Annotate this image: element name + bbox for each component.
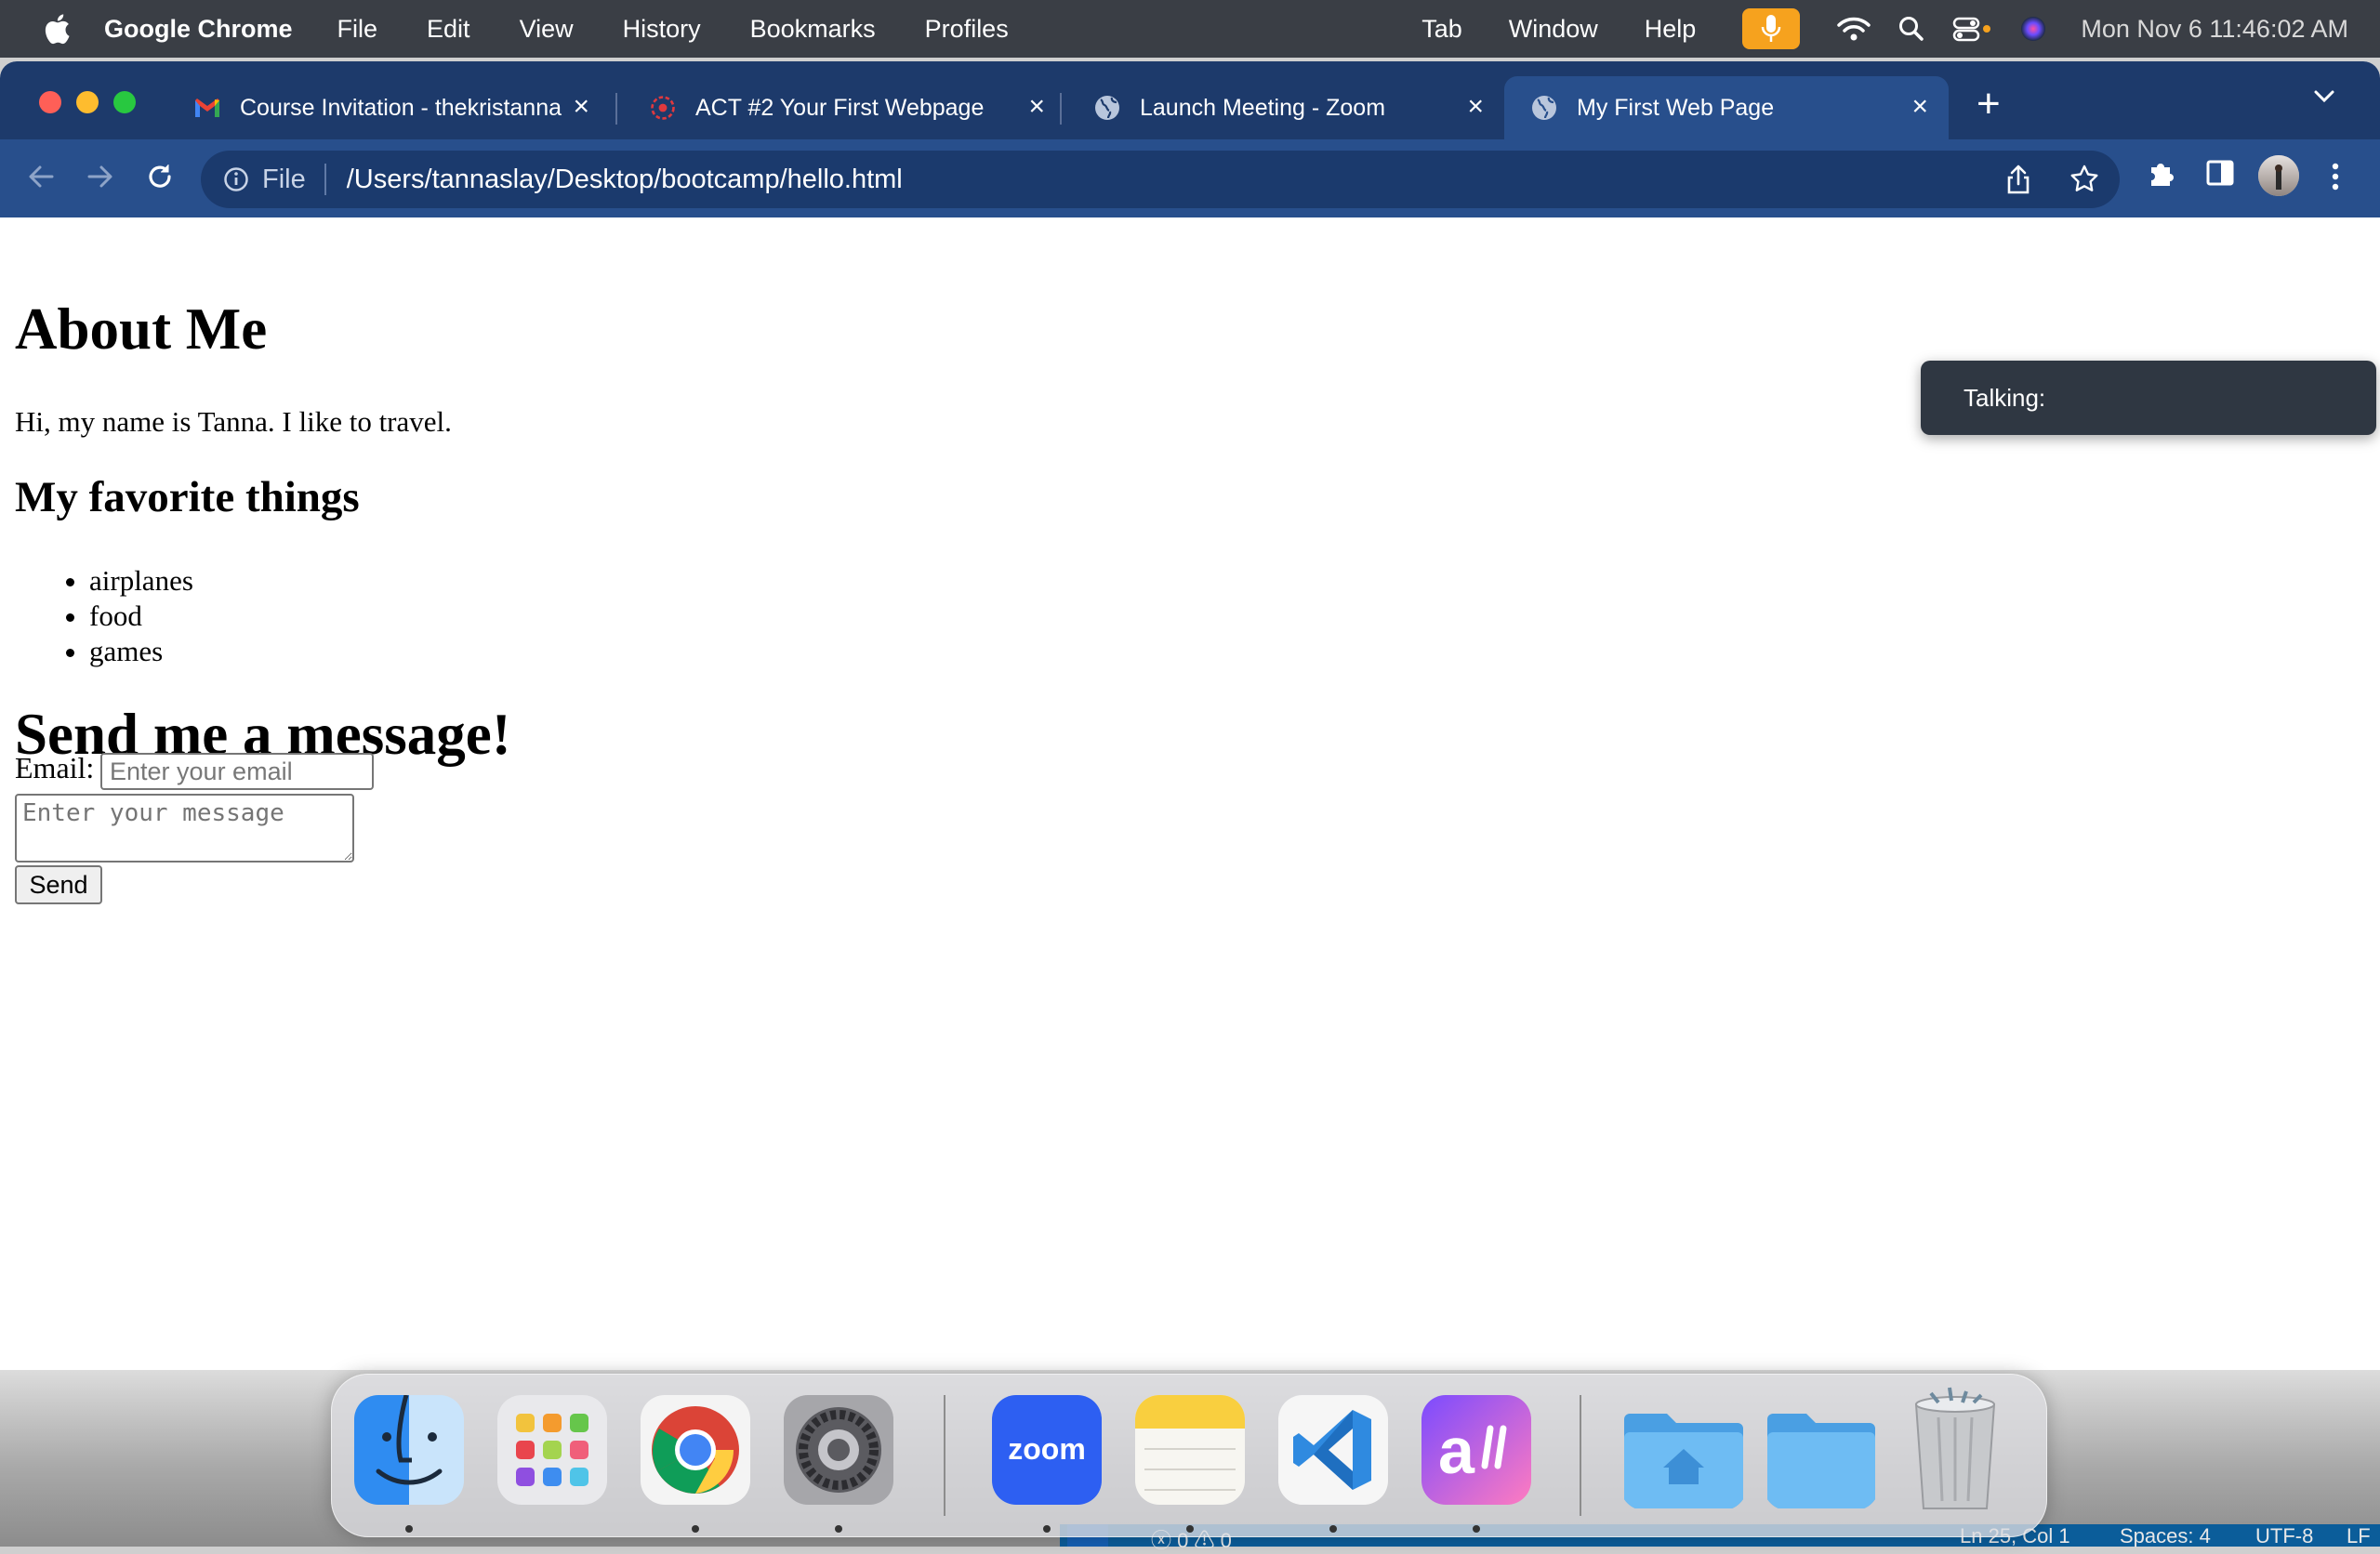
web-page-content: About Me Hi, my name is Tanna. I like to… [0, 217, 2380, 1370]
tab-zoom[interactable]: Launch Meeting - Zoom × [1067, 76, 1504, 139]
talking-label: Talking: [1964, 383, 2046, 412]
extensions-puzzle-icon[interactable] [2146, 158, 2177, 194]
menu-app-name[interactable]: Google Chrome [104, 15, 293, 44]
gmail-icon [193, 94, 221, 122]
siri-icon[interactable] [2019, 15, 2047, 43]
url-scheme-label: File [262, 164, 306, 194]
trash-icon[interactable] [1907, 1384, 2003, 1514]
tab-gmail[interactable]: Course Invitation - thekristanna × [167, 76, 610, 139]
reload-icon[interactable] [143, 160, 177, 198]
address-bar[interactable]: File /Users/tannaslay/Desktop/bootcamp/h… [201, 151, 2120, 208]
page-heading-about-me: About Me [15, 296, 268, 362]
browser-toolbar: File /Users/tannaslay/Desktop/bootcamp/h… [0, 139, 2380, 217]
microphone-status-icon[interactable] [1742, 8, 1801, 49]
bookmark-star-icon[interactable] [2069, 164, 2099, 201]
menu-profiles[interactable]: Profiles [925, 15, 1009, 44]
running-indicator [835, 1525, 842, 1533]
menu-bookmarks[interactable]: Bookmarks [750, 15, 876, 44]
globe-icon [1093, 94, 1121, 122]
site-info-icon[interactable] [223, 166, 249, 192]
email-field[interactable] [100, 753, 374, 790]
folder-icon[interactable] [1764, 1401, 1879, 1510]
menu-window[interactable]: Window [1509, 15, 1598, 44]
vscode-icon[interactable] [1278, 1395, 1388, 1505]
menu-edit[interactable]: Edit [427, 15, 470, 44]
email-label: Email: [15, 751, 95, 784]
alli-app-icon[interactable]: a [1421, 1395, 1531, 1505]
close-tab-icon[interactable]: × [1911, 93, 1928, 121]
close-tab-icon[interactable]: × [1467, 93, 1484, 121]
chrome-icon[interactable] [641, 1395, 750, 1505]
spotlight-search-icon[interactable] [1898, 16, 1924, 42]
menu-file[interactable]: File [337, 15, 378, 44]
omnibox-divider [324, 164, 326, 195]
launchpad-icon[interactable] [497, 1395, 607, 1505]
share-icon[interactable] [2004, 164, 2032, 203]
send-button[interactable]: Send [15, 865, 102, 904]
more-menu-icon[interactable] [2328, 160, 2343, 198]
list-item: airplanes [89, 563, 193, 599]
indentation-status[interactable]: Spaces: 4 [2120, 1524, 2211, 1548]
running-indicator [1043, 1525, 1051, 1533]
forward-arrow-icon[interactable] [84, 160, 117, 198]
tab-my-first-web-page[interactable]: My First Web Page × [1504, 76, 1949, 139]
zoom-app-icon[interactable]: zoom [992, 1395, 1102, 1505]
system-settings-gear-icon[interactable] [784, 1395, 893, 1505]
chrome-window: Course Invitation - thekristanna × ACT #… [0, 61, 2380, 1370]
tab-strip: Course Invitation - thekristanna × ACT #… [0, 61, 2380, 139]
side-panel-icon[interactable] [2205, 158, 2235, 192]
apple-logo-icon[interactable] [43, 13, 71, 45]
tab-act2[interactable]: ACT #2 Your First Webpage × [623, 76, 1065, 139]
maximize-window-button[interactable] [113, 91, 136, 113]
macos-menubar: Google Chrome File Edit View History Boo… [0, 0, 2380, 58]
tab-divider [615, 93, 617, 125]
profile-avatar[interactable] [2257, 154, 2300, 202]
list-item: games [89, 634, 193, 669]
intro-paragraph: Hi, my name is Tanna. I like to travel. [15, 405, 452, 438]
zoom-talking-indicator: Talking: [1921, 361, 2376, 435]
close-tab-icon[interactable]: × [1028, 93, 1045, 121]
running-indicator [692, 1525, 699, 1533]
url-text[interactable]: /Users/tannaslay/Desktop/bootcamp/hello.… [347, 165, 903, 195]
course-icon [649, 94, 677, 122]
message-textarea[interactable] [15, 794, 354, 863]
tab-title: Course Invitation - thekristanna [240, 94, 562, 121]
zoom-icon-label: zoom [1008, 1432, 1086, 1466]
tab-title: ACT #2 Your First Webpage [695, 94, 985, 121]
running-indicator [405, 1525, 413, 1533]
back-arrow-icon[interactable] [24, 160, 58, 198]
chevron-down-icon[interactable] [2313, 89, 2335, 109]
menubar-clock[interactable]: Mon Nov 6 11:46:02 AM [2081, 15, 2348, 44]
list-item: food [89, 599, 193, 634]
tab-title: My First Web Page [1577, 94, 1775, 121]
menu-help[interactable]: Help [1645, 15, 1697, 44]
notes-icon[interactable] [1135, 1395, 1245, 1505]
dock-divider [1580, 1395, 1581, 1516]
running-indicator [1473, 1525, 1480, 1533]
running-indicator [1186, 1525, 1194, 1533]
menu-view[interactable]: View [520, 15, 574, 44]
menu-history[interactable]: History [623, 15, 701, 44]
menubar-right: Tab Window Help Mon Nov 6 11:46:02 AM [1421, 0, 2380, 58]
encoding-status[interactable]: UTF-8 [2255, 1524, 2313, 1548]
close-tab-icon[interactable]: × [573, 93, 589, 121]
favorites-heading: My favorite things [15, 473, 360, 521]
dock-divider [944, 1395, 945, 1516]
wifi-icon[interactable] [1837, 16, 1871, 42]
favorites-list: airplanes food games [45, 563, 193, 669]
tab-title: Launch Meeting - Zoom [1140, 94, 1386, 121]
minimize-window-button[interactable] [76, 91, 99, 113]
close-window-button[interactable] [39, 91, 61, 113]
eol-status[interactable]: LF [2347, 1524, 2371, 1548]
new-tab-plus-icon[interactable]: + [1977, 84, 2001, 125]
menu-tab[interactable]: Tab [1421, 15, 1462, 44]
running-indicator [1329, 1525, 1337, 1533]
macos-dock: zoom a [331, 1374, 2047, 1537]
control-center-icon[interactable] [1952, 16, 1991, 42]
svg-text:a: a [1438, 1415, 1475, 1487]
finder-icon[interactable] [354, 1395, 464, 1505]
globe-icon [1530, 94, 1558, 122]
tab-divider [1060, 93, 1062, 125]
home-folder-icon[interactable] [1620, 1401, 1747, 1510]
